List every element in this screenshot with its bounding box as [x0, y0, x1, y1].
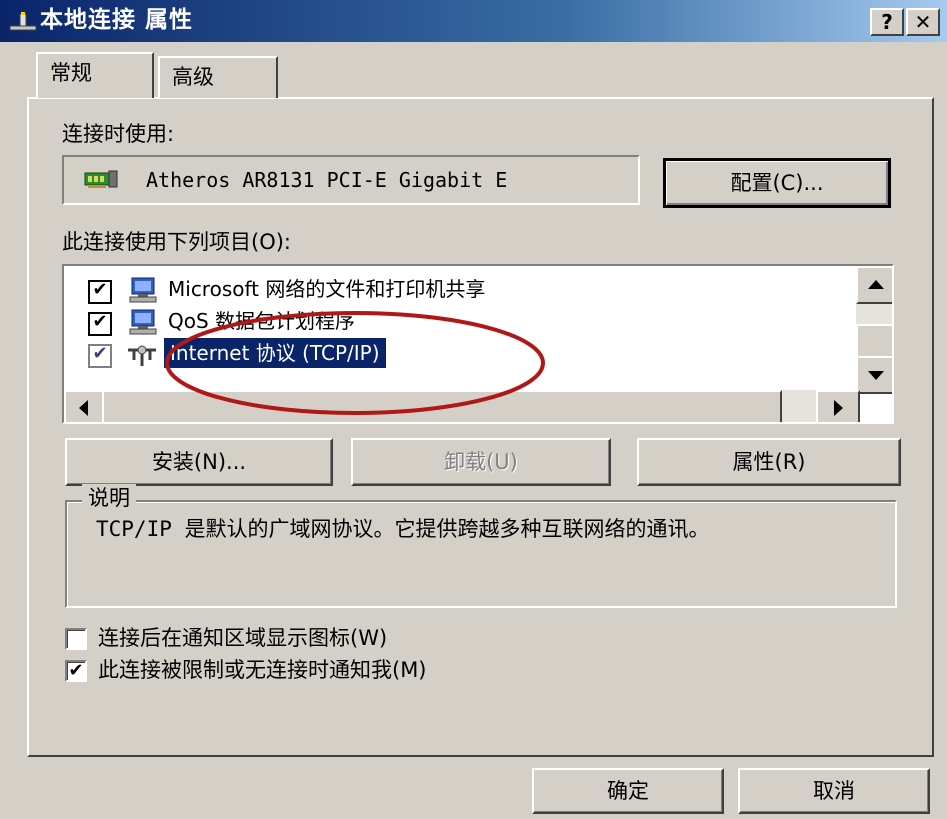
- list-item[interactable]: ✔ QoS 数据包计划程序: [82, 306, 862, 338]
- item-checkbox[interactable]: ✔: [88, 312, 112, 336]
- show-icon-checkbox[interactable]: [65, 628, 87, 650]
- notify-label[interactable]: 此连接被限制或无连接时通知我(M): [98, 656, 427, 684]
- cancel-button[interactable]: 取消: [738, 768, 930, 814]
- description-legend: 说明: [82, 484, 136, 512]
- item-label: Internet 协议 (TCP/IP): [164, 338, 386, 368]
- show-icon-label[interactable]: 连接后在通知区域显示图标(W): [98, 624, 387, 652]
- list-item[interactable]: ✔ Microsoft 网络的文件和打印机共享: [82, 274, 862, 306]
- scroll-down-button[interactable]: [856, 356, 892, 394]
- vertical-scrollbar[interactable]: [856, 266, 892, 394]
- item-checkbox[interactable]: ✔: [88, 280, 112, 304]
- network-computer-icon: [129, 309, 157, 335]
- component-list[interactable]: ✔ Microsoft 网络的文件和打印机共享 ✔ QoS 数据包计划程序 ✔ …: [62, 264, 894, 424]
- adapter-field: Atheros AR8131 PCI-E Gigabit E: [62, 155, 640, 205]
- network-computer-icon: [129, 277, 157, 303]
- scroll-right-button[interactable]: [816, 390, 860, 422]
- notify-checkbox[interactable]: ✔: [65, 660, 87, 682]
- uninstall-button: 卸载(U): [351, 438, 611, 486]
- scroll-left-button[interactable]: [64, 390, 104, 422]
- horizontal-scrollbar[interactable]: [64, 390, 860, 422]
- scroll-thumb[interactable]: [102, 390, 782, 422]
- item-label: Microsoft 网络的文件和打印机共享: [168, 277, 486, 301]
- window-title: 本地连接 属性: [40, 7, 194, 33]
- connect-using-label: 连接时使用:: [62, 122, 175, 146]
- network-card-icon: [84, 170, 118, 188]
- item-checkbox[interactable]: ✔: [88, 344, 112, 368]
- components-label: 此连接使用下列项目(O):: [62, 230, 291, 254]
- tab-general[interactable]: 常规: [36, 52, 154, 98]
- tab-advanced[interactable]: 高级: [158, 56, 278, 98]
- description-text: TCP/IP 是默认的广域网协议。它提供跨越多种互联网络的通讯。: [96, 517, 710, 541]
- item-label: QoS 数据包计划程序: [168, 309, 356, 333]
- protocol-icon: [128, 345, 156, 366]
- close-button[interactable]: ✕: [906, 8, 940, 36]
- network-connection-icon: [9, 12, 37, 31]
- scroll-up-button[interactable]: [856, 266, 892, 304]
- properties-button[interactable]: 属性(R): [637, 438, 901, 486]
- help-button[interactable]: ?: [870, 8, 904, 36]
- adapter-name: Atheros AR8131 PCI-E Gigabit E: [146, 168, 508, 192]
- configure-button[interactable]: 配置(C)...: [663, 158, 891, 208]
- scroll-thumb[interactable]: [856, 324, 892, 360]
- ok-button[interactable]: 确定: [532, 768, 724, 814]
- install-button[interactable]: 安装(N)...: [65, 438, 333, 486]
- list-item-selected[interactable]: ✔ Internet 协议 (TCP/IP): [82, 338, 862, 370]
